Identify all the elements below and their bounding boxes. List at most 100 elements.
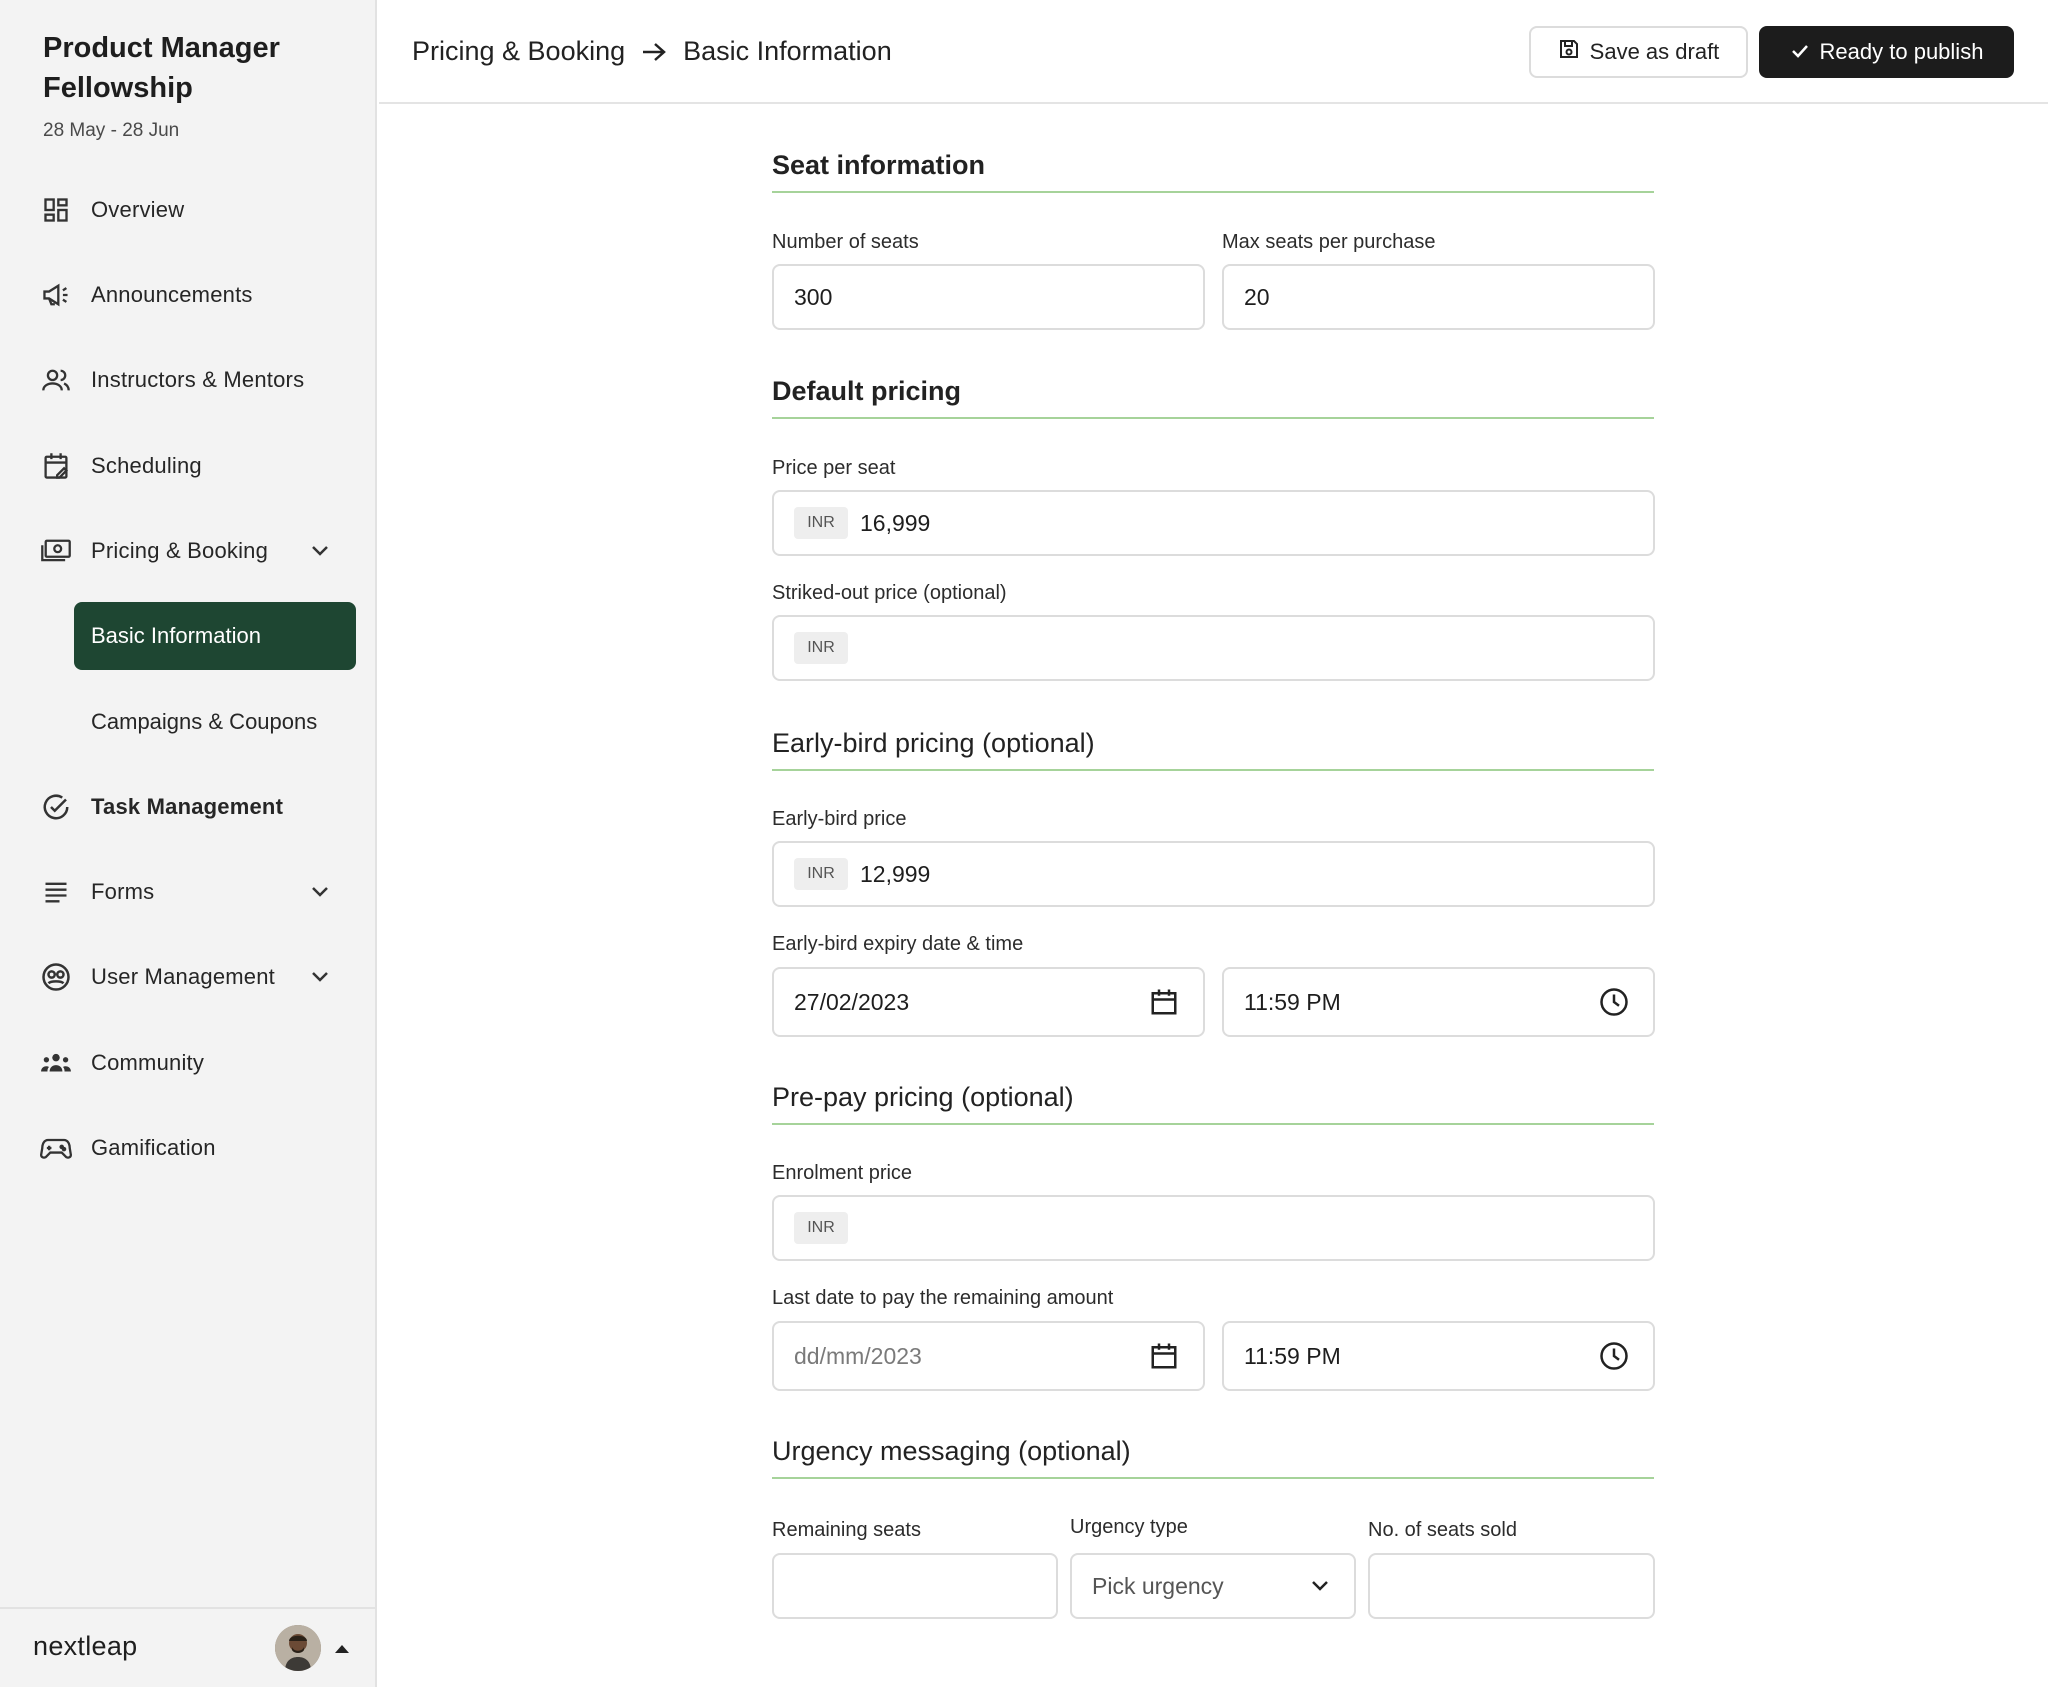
chevron-down-icon[interactable] — [306, 878, 334, 906]
early-bird-price-input[interactable] — [860, 860, 1653, 888]
save-draft-button[interactable]: Save as draft — [1529, 26, 1748, 78]
price-per-seat-field[interactable]: INR — [772, 490, 1655, 556]
price-per-seat-input[interactable] — [860, 509, 1653, 537]
sidebar-footer: nextleap — [0, 1607, 377, 1687]
publish-label: Ready to publish — [1819, 39, 1984, 64]
sidebar-item-label: Community — [91, 1050, 205, 1075]
sidebar-subitem-basic-information[interactable]: Basic Information — [74, 602, 356, 670]
num-seats-field[interactable] — [772, 264, 1205, 330]
sidebar-item-user-management[interactable]: User Management — [0, 947, 377, 1007]
num-seats-label: Number of seats — [772, 231, 919, 253]
remaining-seats-field[interactable] — [772, 1553, 1058, 1619]
early-bird-price-field[interactable]: INR — [772, 841, 1655, 907]
currency-chip: INR — [794, 1212, 848, 1244]
course-title: Product Manager Fellowship — [43, 32, 280, 104]
currency-chip: INR — [794, 858, 848, 890]
breadcrumb-current: Basic Information — [683, 36, 892, 66]
save-icon — [1558, 38, 1580, 66]
nextleap-logo: nextleap — [33, 1631, 138, 1661]
enrolment-price-label: Enrolment price — [772, 1162, 913, 1184]
seats-sold-input[interactable] — [1390, 1572, 1653, 1600]
sidebar-item-label: Forms — [91, 879, 155, 904]
striked-price-input[interactable] — [860, 634, 1653, 662]
remaining-seats-label: Remaining seats — [772, 1519, 921, 1541]
list-icon — [40, 876, 72, 908]
sidebar-subitem-campaigns-coupons[interactable]: Campaigns & Coupons — [91, 702, 317, 742]
sidebar-item-scheduling[interactable]: Scheduling — [0, 436, 377, 496]
breadcrumb: Pricing & Booking Basic Information — [412, 36, 892, 67]
early-bird-date-input[interactable] — [794, 988, 1203, 1016]
seats-sold-field[interactable] — [1368, 1553, 1655, 1619]
sidebar-item-forms[interactable]: Forms — [0, 862, 377, 922]
page-header: Pricing & Booking Basic Information Save… — [379, 0, 2048, 104]
breadcrumb-parent[interactable]: Pricing & Booking — [412, 36, 625, 67]
sidebar-item-task-management[interactable]: Task Management — [0, 777, 377, 837]
gamepad-icon — [40, 1132, 72, 1164]
striked-price-label: Striked-out price (optional) — [772, 582, 1007, 604]
check-circle-icon — [40, 791, 72, 823]
urgency-type-placeholder: Pick urgency — [1092, 1572, 1224, 1599]
arrow-right-icon — [641, 41, 667, 63]
urgency-type-label: Urgency type — [1070, 1516, 1188, 1538]
section-title-early-bird: Early-bird pricing (optional) — [772, 728, 1654, 771]
sidebar-item-instructors[interactable]: Instructors & Mentors — [0, 350, 377, 410]
striked-price-field[interactable]: INR — [772, 615, 1655, 681]
early-bird-time-field[interactable] — [1222, 967, 1655, 1037]
users-icon — [40, 364, 72, 396]
last-time-input[interactable] — [1244, 1342, 1653, 1370]
sidebar-item-label: Gamification — [91, 1135, 216, 1160]
caret-up-icon[interactable] — [335, 1645, 349, 1653]
megaphone-icon — [40, 279, 72, 311]
sidebar-item-announcements[interactable]: Announcements — [0, 265, 377, 325]
clock-icon[interactable] — [1599, 1341, 1629, 1371]
chevron-down-icon[interactable] — [306, 537, 334, 565]
urgency-type-select[interactable]: Pick urgency — [1070, 1553, 1356, 1619]
user-circle-icon — [40, 961, 72, 993]
max-seats-input[interactable] — [1244, 283, 1653, 311]
max-seats-label: Max seats per purchase — [1222, 231, 1436, 253]
last-date-field[interactable] — [772, 1321, 1205, 1391]
currency-chip: INR — [794, 507, 848, 539]
num-seats-input[interactable] — [794, 283, 1203, 311]
currency-chip: INR — [794, 632, 848, 664]
last-date-label: Last date to pay the remaining amount — [772, 1287, 1114, 1309]
publish-button[interactable]: Ready to publish — [1759, 26, 2014, 78]
calendar-edit-icon — [40, 450, 72, 482]
sidebar-item-pricing-booking[interactable]: Pricing & Booking — [0, 521, 377, 581]
early-bird-price-label: Early-bird price — [772, 808, 907, 830]
money-icon — [40, 535, 72, 567]
avatar[interactable] — [275, 1625, 321, 1671]
sidebar-item-overview[interactable]: Overview — [0, 180, 377, 240]
last-date-input[interactable] — [794, 1342, 1203, 1370]
clock-icon[interactable] — [1599, 987, 1629, 1017]
sidebar-item-community[interactable]: Community — [0, 1033, 377, 1093]
course-dates: 28 May - 28 Jun — [43, 120, 180, 141]
section-title-default-pricing: Default pricing — [772, 376, 1654, 419]
sidebar: Product Manager Fellowship 28 May - 28 J… — [0, 0, 377, 1687]
early-bird-time-input[interactable] — [1244, 988, 1653, 1016]
chevron-down-icon[interactable] — [306, 963, 334, 991]
enrolment-price-input[interactable] — [860, 1214, 1653, 1242]
section-title-seat: Seat information — [772, 150, 1654, 193]
section-title-urgency: Urgency messaging (optional) — [772, 1436, 1654, 1479]
last-time-field[interactable] — [1222, 1321, 1655, 1391]
sidebar-item-gamification[interactable]: Gamification — [0, 1118, 377, 1178]
calendar-icon[interactable] — [1149, 987, 1179, 1017]
sidebar-item-label: Instructors & Mentors — [91, 367, 305, 392]
sidebar-item-label: Overview — [91, 197, 185, 222]
seats-sold-label: No. of seats sold — [1368, 1519, 1517, 1541]
sidebar-item-label: Pricing & Booking — [91, 538, 269, 563]
dashboard-icon — [40, 194, 72, 226]
course-brand: Product Manager Fellowship 28 May - 28 J… — [43, 28, 363, 142]
sidebar-item-label: User Management — [91, 964, 275, 989]
price-per-seat-label: Price per seat — [772, 457, 896, 479]
enrolment-price-field[interactable]: INR — [772, 1195, 1655, 1261]
sidebar-item-label: Scheduling — [91, 453, 202, 478]
sidebar-item-label: Announcements — [91, 282, 253, 307]
community-icon — [40, 1047, 72, 1079]
max-seats-field[interactable] — [1222, 264, 1655, 330]
early-bird-date-field[interactable] — [772, 967, 1205, 1037]
remaining-seats-input[interactable] — [794, 1572, 1056, 1600]
calendar-icon[interactable] — [1149, 1341, 1179, 1371]
save-draft-label: Save as draft — [1589, 39, 1720, 64]
